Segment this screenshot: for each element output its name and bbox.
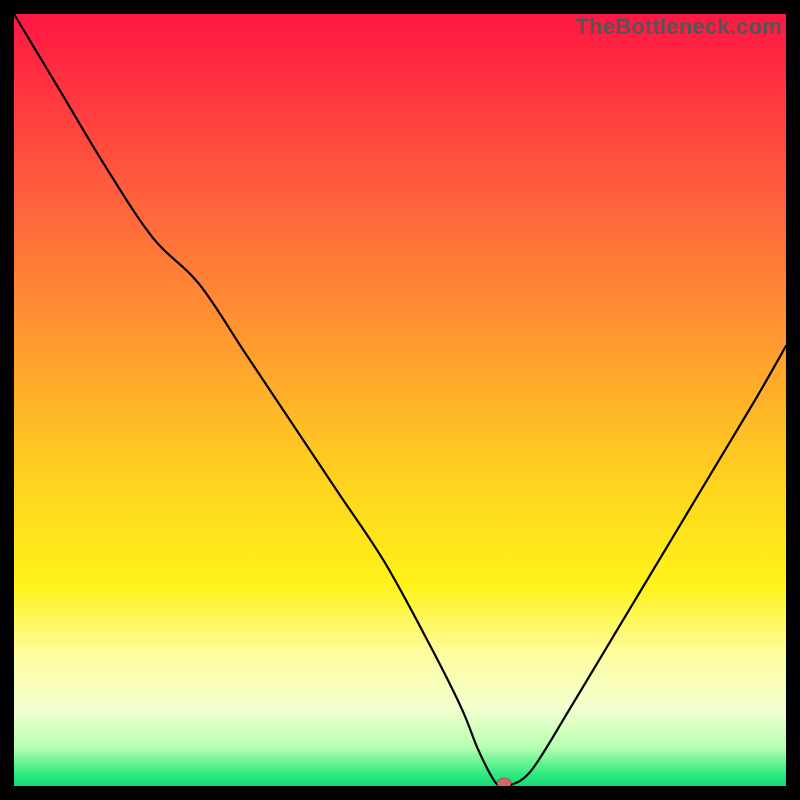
bottleneck-chart [14,14,786,786]
chart-frame: TheBottleneck.com [14,14,786,786]
gradient-background [14,14,786,786]
optimal-marker [497,778,511,786]
watermark-text: TheBottleneck.com [576,14,782,40]
